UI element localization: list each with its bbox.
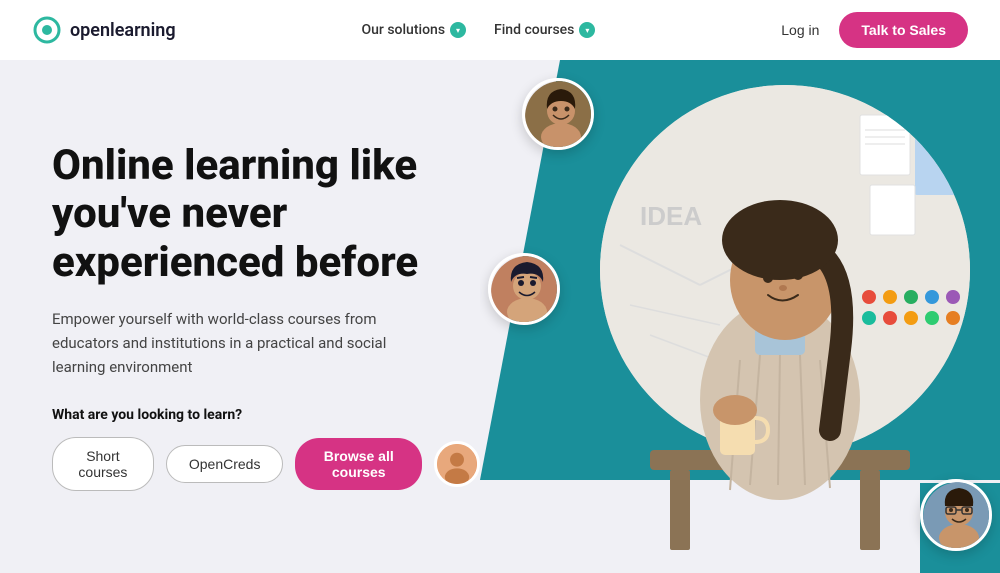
hero-right: IDEA	[480, 60, 1000, 573]
dot-1	[862, 290, 876, 304]
dot-8	[904, 311, 918, 325]
logo[interactable]: openlearning	[32, 15, 176, 45]
dot-5	[946, 290, 960, 304]
logo-icon	[32, 15, 62, 45]
solutions-label: Our solutions	[361, 22, 445, 38]
person-svg	[620, 110, 940, 570]
avatar-cta	[434, 441, 480, 487]
main-person-image	[620, 110, 940, 570]
dot-3	[904, 290, 918, 304]
nav-right: Log in Talk to Sales	[781, 12, 968, 48]
hero-section: Online learning like you've never experi…	[0, 60, 1000, 573]
hero-headline: Online learning like you've never experi…	[52, 142, 480, 287]
hero-left: Online learning like you've never experi…	[0, 60, 480, 573]
cta-question: What are you looking to learn?	[52, 407, 480, 423]
login-button[interactable]: Log in	[781, 22, 819, 38]
pushpin-dots	[862, 290, 960, 325]
find-courses-label: Find courses	[494, 22, 574, 38]
find-courses-nav[interactable]: Find courses ▾	[494, 22, 595, 38]
dot-10	[946, 311, 960, 325]
browse-all-courses-button[interactable]: Browse all courses	[295, 438, 422, 490]
dot-6	[862, 311, 876, 325]
floating-avatar-bottom-right	[920, 479, 992, 551]
floating-avatar-mid	[488, 253, 560, 325]
cta-buttons: Short courses OpenCreds Browse all cours…	[52, 437, 480, 491]
dot-9	[925, 311, 939, 325]
talk-to-sales-button[interactable]: Talk to Sales	[839, 12, 968, 48]
nav-center: Our solutions ▾ Find courses ▾	[361, 22, 595, 38]
solutions-chevron-icon: ▾	[450, 22, 466, 38]
avatar-cta-image	[437, 441, 477, 487]
floating-avatar-top	[522, 78, 594, 150]
opencreds-button[interactable]: OpenCreds	[166, 445, 284, 483]
our-solutions-nav[interactable]: Our solutions ▾	[361, 22, 466, 38]
hero-subtext: Empower yourself with world-class course…	[52, 307, 412, 379]
short-courses-button[interactable]: Short courses	[52, 437, 154, 491]
dot-2	[883, 290, 897, 304]
dot-4	[925, 290, 939, 304]
logo-text: openlearning	[70, 20, 176, 41]
find-courses-chevron-icon: ▾	[579, 22, 595, 38]
dot-7	[883, 311, 897, 325]
navbar: openlearning Our solutions ▾ Find course…	[0, 0, 1000, 60]
